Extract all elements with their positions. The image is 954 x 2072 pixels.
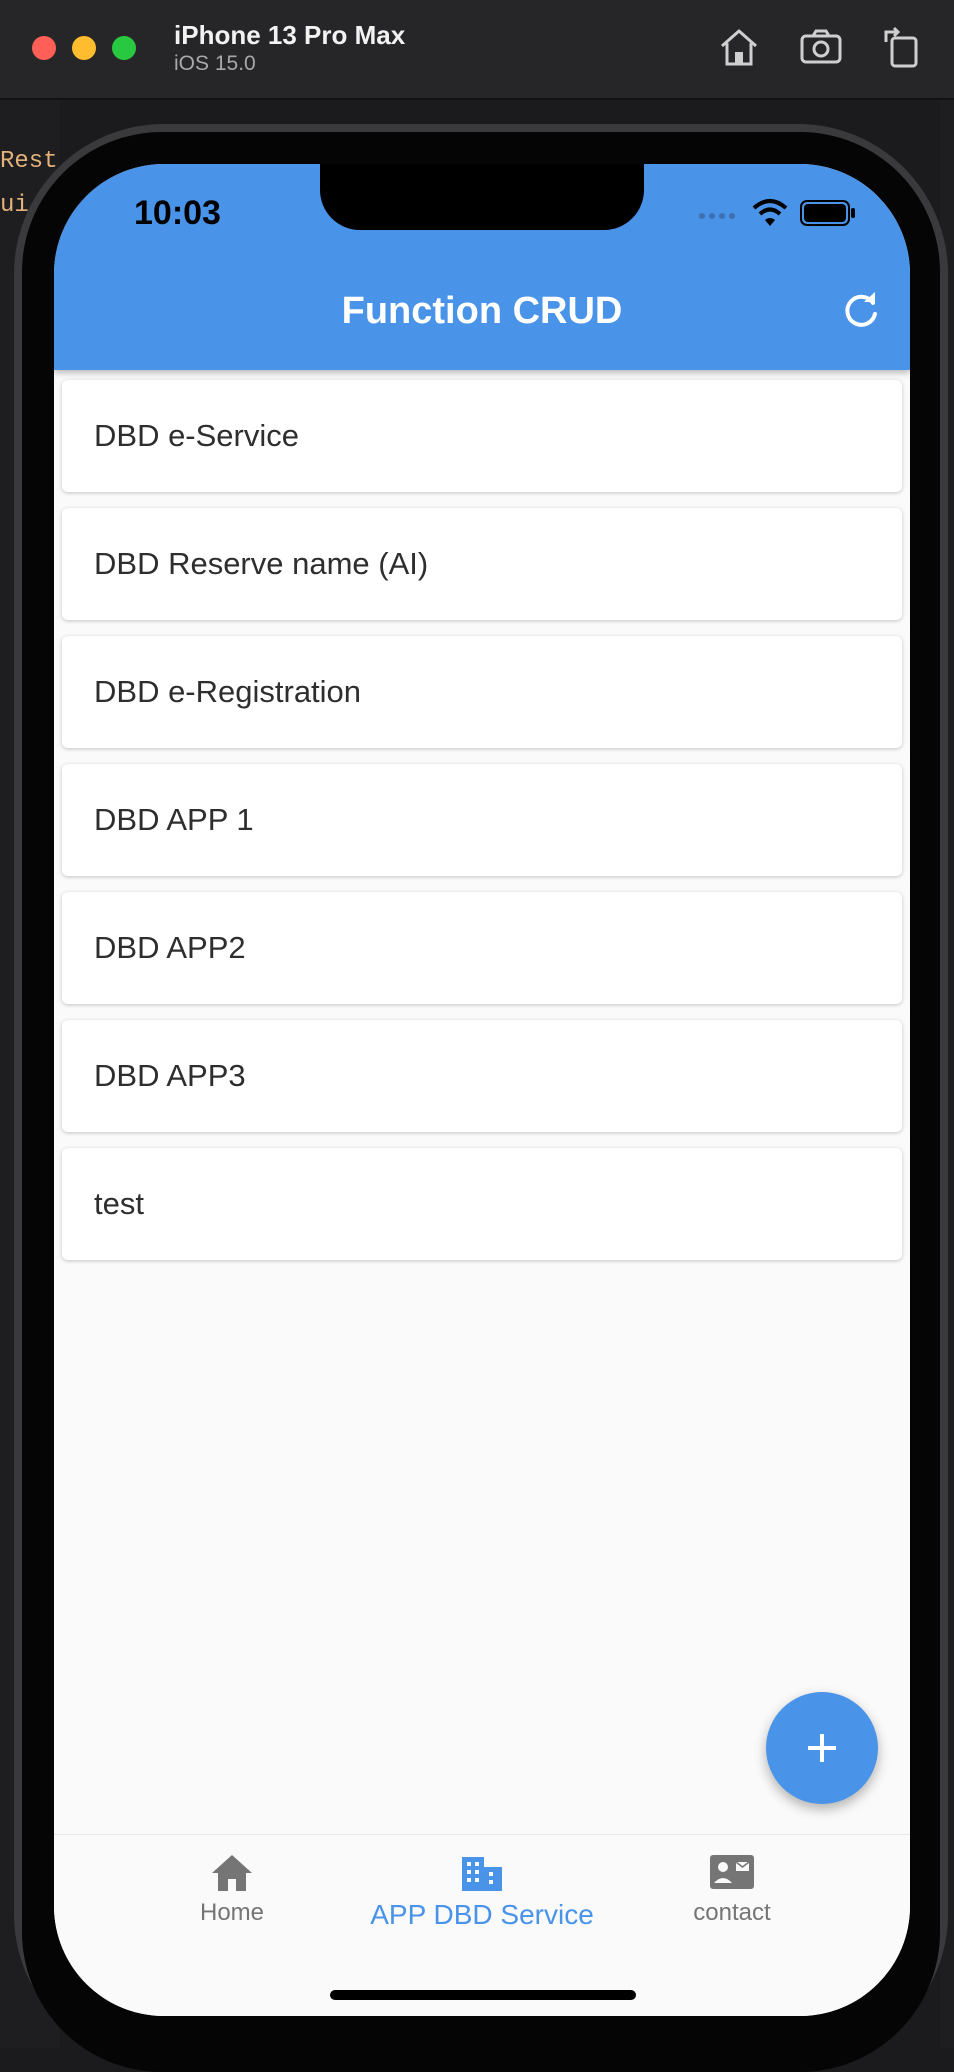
list-item-label: DBD APP2	[94, 930, 246, 965]
status-indicators	[698, 198, 856, 228]
list-item[interactable]: DBD APP3	[62, 1020, 902, 1132]
list-item[interactable]: DBD e-Service	[62, 380, 902, 492]
list-item-label: DBD e-Service	[94, 418, 299, 453]
status-time: 10:03	[134, 194, 221, 232]
nav-label-contact: contact	[693, 1899, 771, 1926]
editor-fragment: Rest	[0, 148, 58, 175]
close-window-button[interactable]	[32, 36, 56, 60]
contact-card-icon	[710, 1855, 754, 1889]
building-icon	[462, 1857, 502, 1891]
list-item-label: DBD APP3	[94, 1058, 246, 1093]
rotate-icon[interactable]	[878, 24, 924, 70]
home-icon[interactable]	[716, 24, 762, 70]
nav-label-home: Home	[199, 1899, 265, 1926]
battery-icon	[800, 200, 855, 226]
app-bar: 10:03 Function CRUD	[54, 164, 910, 370]
service-list: DBD e-Service DBD Reserve name (AI) DBD …	[62, 380, 902, 1276]
plus-icon	[808, 1734, 836, 1762]
home-icon	[212, 1855, 252, 1891]
refresh-icon[interactable]	[840, 290, 882, 332]
list-item[interactable]: DBD e-Registration	[62, 636, 902, 748]
device-name: iPhone 13 Pro Max	[174, 20, 406, 50]
nav-item-app-dbd-service[interactable]: APP DBD Service	[362, 1853, 602, 1931]
wifi-icon	[752, 199, 788, 226]
zoom-window-button[interactable]	[112, 36, 136, 60]
list-item[interactable]: DBD APP 1	[62, 764, 902, 876]
list-item[interactable]: DBD APP2	[62, 892, 902, 1004]
nav-item-contact[interactable]: contact	[612, 1853, 852, 1927]
minimize-window-button[interactable]	[72, 36, 96, 60]
list-item-label: DBD Reserve name (AI)	[94, 546, 429, 581]
phone-screen: 10:03 Function CRUD DBD e-Service DBD Re…	[54, 164, 910, 2016]
notch	[320, 164, 644, 230]
nav-item-home[interactable]: Home	[112, 1853, 352, 1927]
nav-label-app-dbd-service: APP DBD Service	[370, 1899, 594, 1930]
app-title: Function CRUD	[341, 290, 623, 332]
list-item-label: test	[94, 1186, 144, 1221]
list-item-label: DBD e-Registration	[94, 674, 362, 709]
home-indicator	[330, 1990, 636, 2000]
add-button[interactable]	[766, 1692, 878, 1804]
screenshot-icon[interactable]	[798, 24, 844, 70]
list-item[interactable]: DBD Reserve name (AI)	[62, 508, 902, 620]
simulator-title-bar: iPhone 13 Pro Max iOS 15.0	[0, 0, 954, 100]
signal-icon	[699, 213, 735, 219]
list-item[interactable]: test	[62, 1148, 902, 1260]
bottom-navigation: Home APP DBD Service contact	[54, 1834, 910, 2016]
list-item-label: DBD APP 1	[94, 802, 254, 837]
os-version: iOS 15.0	[174, 52, 256, 75]
